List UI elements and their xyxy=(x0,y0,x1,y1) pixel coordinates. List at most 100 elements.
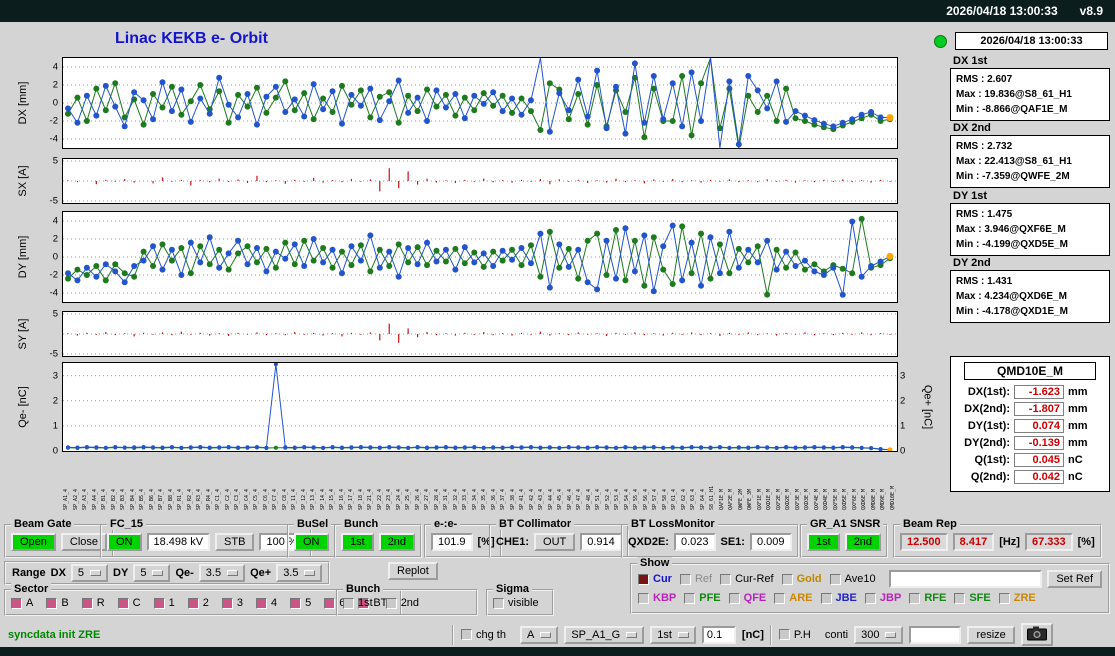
checkbox-visible[interactable]: visible xyxy=(493,597,539,609)
range-dx-select[interactable]: 5 xyxy=(70,564,109,582)
monitor-row-value: -0.139 xyxy=(1014,436,1064,450)
bunch-2nd-button[interactable]: 2nd xyxy=(378,532,416,551)
checkbox-5[interactable]: 5 xyxy=(290,597,311,609)
plot-sx[interactable]: SX [A] 5 -5 xyxy=(17,156,898,207)
beam-gate-open-button[interactable]: Open xyxy=(11,532,56,551)
range-qep-select[interactable]: 3.5 xyxy=(276,564,323,582)
checkbox-2[interactable]: 2 xyxy=(187,597,209,609)
group-label: Bunch xyxy=(341,518,382,530)
bpm-label: SP_17_4 xyxy=(348,488,354,510)
resize-button[interactable]: resize xyxy=(967,625,1015,644)
bunch-select[interactable]: 1st xyxy=(650,625,696,644)
set-ref-input[interactable] xyxy=(888,570,1043,588)
range-label: Range xyxy=(12,567,46,579)
fc15-on-button[interactable]: ON xyxy=(107,532,142,551)
replot-button[interactable]: Replot xyxy=(388,562,438,580)
range-dy-select[interactable]: 5 xyxy=(133,564,171,582)
bpm-label: QXF6E_M xyxy=(851,488,858,510)
checkbox-gold[interactable]: Gold xyxy=(781,573,822,585)
plot-dx-axis-label: DX [mm] xyxy=(17,81,29,125)
range-qem-select[interactable]: 3.5 xyxy=(198,564,246,582)
bpm-select[interactable]: SP_A1_G xyxy=(564,625,645,644)
dropdown-indicator-icon xyxy=(152,570,164,576)
range-qem-selected: 3.5 xyxy=(205,567,222,579)
checkbox-4[interactable]: 4 xyxy=(255,597,277,609)
snsr-1st-button[interactable]: 1st xyxy=(807,532,840,551)
checkbox-label: 3 xyxy=(236,597,243,609)
bpm-label: SP_25_4 xyxy=(405,488,411,510)
checkbox-kbp[interactable]: KBP xyxy=(638,592,676,604)
titlebar-datetime: 2026/04/18 13:00:33 xyxy=(946,4,1058,18)
extra-input[interactable] xyxy=(909,625,962,644)
group-bt-collimator: BT Collimator CHE1: OUT 0.914 xyxy=(489,518,629,558)
checkbox-indicator xyxy=(221,597,233,609)
checkbox-indicator xyxy=(909,592,921,604)
checkbox-indicator xyxy=(290,597,302,609)
checkbox-indicator xyxy=(638,592,649,604)
checkbox-indicator xyxy=(954,592,966,604)
plot-dx[interactable]: DX [mm] 4 2 0 -2 -4 xyxy=(17,57,898,149)
che1-state-button[interactable]: OUT xyxy=(534,532,576,551)
plot-charge[interactable]: Qe- [nC] Qe+ [nC] 3 2 1 0 3 2 1 0 xyxy=(17,362,933,457)
checkbox-2nd[interactable]: 2nd xyxy=(385,597,419,609)
checkbox-ph[interactable]: P.H xyxy=(778,629,811,641)
bpm-label: SP_C5_4 xyxy=(253,488,259,510)
group-busel: BuSel ON xyxy=(287,518,336,558)
checkbox-cur-ref[interactable]: Cur-Ref xyxy=(720,573,774,585)
busel-on-button[interactable]: ON xyxy=(294,532,329,551)
stat-min: Min : -4.178@QXD1E_M xyxy=(956,306,1069,317)
checkbox-label: ARE xyxy=(789,592,813,604)
bpm-label: QWFE_3M xyxy=(747,488,753,510)
stat-min: Min : -8.866@QAF1E_M xyxy=(956,104,1068,115)
bpm-label: SP_C3_4 xyxy=(234,488,240,510)
titlebar-version: v8.9 xyxy=(1079,4,1103,18)
checkbox-ave10[interactable]: Ave10 xyxy=(829,573,876,585)
axis-tick-label: -4 xyxy=(49,287,58,299)
checkbox-1st[interactable]: 1st xyxy=(343,597,373,609)
bpm-label: SP_55_4 xyxy=(633,488,639,510)
checkbox-ref[interactable]: Ref xyxy=(679,573,712,585)
bunch-1st-button[interactable]: 1st xyxy=(341,532,374,551)
checkbox-are[interactable]: ARE xyxy=(774,592,813,604)
interval-select[interactable]: 300 xyxy=(854,625,904,644)
checkbox-a[interactable]: A xyxy=(11,597,33,609)
checkbox-indicator xyxy=(46,597,58,609)
plot-dy[interactable]: DY [mm] 4 2 0 -2 -4 xyxy=(17,211,898,303)
plot-charge-canvas xyxy=(63,363,897,451)
checkbox-pfe[interactable]: PFE xyxy=(684,592,721,604)
set-ref-button[interactable]: Set Ref xyxy=(1047,570,1102,588)
checkbox-jbp[interactable]: JBP xyxy=(864,592,901,604)
checkbox-c[interactable]: C xyxy=(117,597,141,609)
checkbox-cur[interactable]: Cur xyxy=(638,573,672,585)
checkbox-1[interactable]: 1 xyxy=(153,597,175,609)
checkbox-qfe[interactable]: QFE xyxy=(728,592,766,604)
status-controls: chg th A SP_A1_G 1st [nC] P.H conti 300 … xyxy=(452,623,1053,646)
threshold-input[interactable] xyxy=(701,625,736,644)
selected-bpm-values: DX(1st): -1.623 mm DX(2nd): -1.807 mm DY(1st):… xyxy=(956,385,1104,484)
bpm-label: SP_R3_4 xyxy=(196,488,202,510)
checkbox-chg-th[interactable]: chg th xyxy=(461,629,506,641)
fc15-stb-button[interactable]: STB xyxy=(215,532,255,551)
separator xyxy=(769,624,773,645)
axis-tick-label: 2 xyxy=(52,79,58,91)
checkbox-label: 1 xyxy=(168,597,175,609)
checkbox-jbe[interactable]: JBE xyxy=(820,592,857,604)
axis-tick-label: -5 xyxy=(49,195,58,207)
checkbox-3[interactable]: 3 xyxy=(221,597,243,609)
snsr-2nd-button[interactable]: 2nd xyxy=(844,532,882,551)
plot-sy[interactable]: SY [A] 5 -5 xyxy=(17,309,898,360)
bpm-label: SP_33_4 xyxy=(462,488,468,510)
checkbox-zre[interactable]: ZRE xyxy=(998,592,1036,604)
checkbox-r[interactable]: R xyxy=(81,597,105,609)
screenshot-button[interactable] xyxy=(1020,623,1053,646)
bpm-label: QXF4E_M xyxy=(813,488,820,510)
checkbox-indicator xyxy=(829,573,841,585)
checkbox-indicator xyxy=(774,592,786,604)
checkbox-rfe[interactable]: RFE xyxy=(909,592,946,604)
bpm-label: SP_B3_4 xyxy=(120,488,126,510)
monitor-row-label: DX(1st): xyxy=(967,386,1010,398)
axis-tick-label: 4 xyxy=(52,215,58,227)
checkbox-b[interactable]: B xyxy=(46,597,69,609)
checkbox-sfe[interactable]: SFE xyxy=(954,592,991,604)
sector-select[interactable]: A xyxy=(519,625,559,644)
